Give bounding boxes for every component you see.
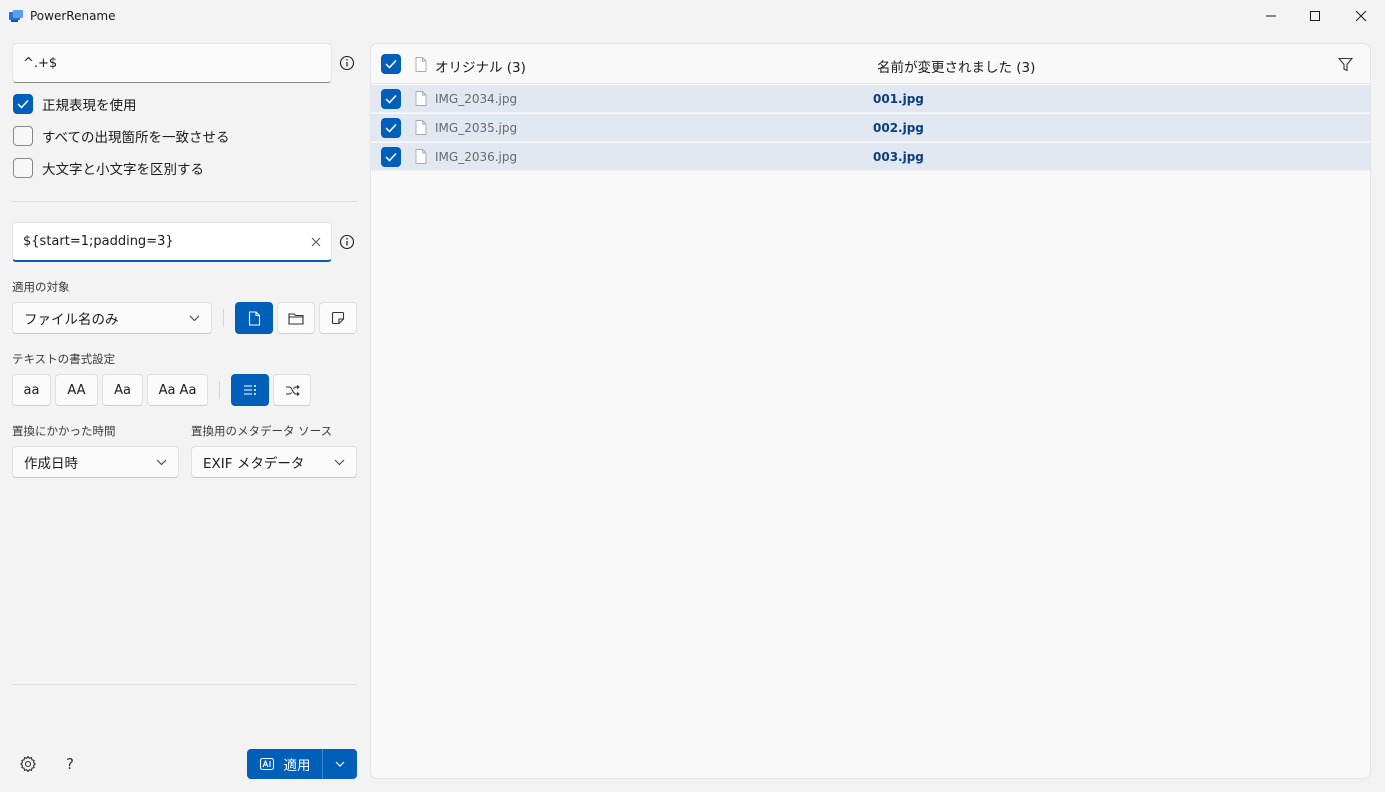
apply-to-label: 適用の対象 [12,280,70,294]
text-format-label: テキストの書式設定 [12,352,116,366]
case-sensitive-checkbox[interactable] [13,158,33,178]
time-used-dropdown[interactable]: 作成日時 [12,446,179,478]
lowercase-label: aa [23,382,40,398]
table-row[interactable]: IMG_2034.jpg 001.jpg [371,85,1370,113]
match-all-option[interactable]: すべての出現箇所を一致させる [13,125,230,147]
table-row[interactable]: IMG_2036.jpg 003.jpg [371,143,1370,171]
metadata-source-label: 置換用のメタデータ ソース [191,424,333,438]
chevron-down-icon [334,459,345,465]
use-regex-checkbox[interactable] [13,94,33,114]
minimize-button[interactable] [1248,0,1294,32]
capitalize-words-button[interactable]: Aa Aa [147,374,208,406]
capitalize-words-label: Aa Aa [158,382,197,398]
case-sensitive-label: 大文字と小文字を区別する [42,162,204,178]
checkmark-icon [385,59,397,69]
apply-to-value: ファイル名のみ [24,312,119,328]
renamed-filename: 001.jpg [873,92,924,106]
maximize-button[interactable] [1292,0,1338,32]
checkmark-icon [385,94,397,104]
file-list-panel: オリジナル (3) 名前が変更されました (3) IMG_2034.jpg 00… [370,43,1371,779]
file-icon [415,57,427,72]
renamed-column-header[interactable]: 名前が変更されました (3) [877,56,1035,76]
table-row[interactable]: IMG_2035.jpg 002.jpg [371,114,1370,142]
apply-label: 適用 [283,758,311,774]
use-regex-label: 正規表現を使用 [42,98,137,114]
file-icon [248,310,260,326]
search-input[interactable]: ^.+$ [12,43,332,83]
close-icon [1355,10,1367,22]
clear-icon[interactable] [311,237,321,247]
replace-info-icon[interactable] [339,234,355,250]
checkmark-icon [385,123,397,133]
enumerate-toggle[interactable] [231,374,269,406]
row-checkbox[interactable] [381,118,401,138]
uppercase-label: AA [67,382,86,398]
powerrename-app-icon [9,10,23,22]
select-all-checkbox[interactable] [381,54,401,74]
include-files-toggle[interactable] [235,302,273,334]
separator [223,309,224,327]
separator [219,381,220,399]
checkmark-icon [385,152,397,162]
original-column-header[interactable]: オリジナル (3) [435,56,526,76]
rename-icon [259,757,274,771]
filter-icon[interactable] [1338,57,1353,72]
use-regex-option[interactable]: 正規表現を使用 [13,93,137,115]
maximize-icon [1310,11,1320,21]
search-input-value: ^.+$ [23,55,58,71]
title-bar: PowerRename [0,0,1385,32]
subfolder-icon [331,311,345,325]
replace-input[interactable]: ${start=1;padding=3} [12,222,332,262]
search-info-icon[interactable] [339,55,355,71]
include-folders-toggle[interactable] [277,302,315,334]
chevron-down-icon [156,459,167,465]
numbered-list-icon [244,385,256,395]
row-checkbox[interactable] [381,147,401,167]
file-icon [415,91,427,106]
original-filename: IMG_2034.jpg [435,92,518,106]
chevron-down-icon [189,315,200,321]
case-sensitive-option[interactable]: 大文字と小文字を区別する [13,157,204,179]
options-panel: ^.+$ 正規表現を使用 すべての出現箇所を一致させる 大文字と小文字を区別する… [0,32,369,792]
titlecase-label: Aa [114,382,131,398]
time-used-value: 作成日時 [24,456,78,472]
file-icon [415,149,427,164]
uppercase-button[interactable]: AA [55,374,98,406]
renamed-filename: 002.jpg [873,121,924,135]
window-title: PowerRename [30,9,116,23]
match-all-label: すべての出現箇所を一致させる [42,130,230,146]
original-filename: IMG_2035.jpg [435,121,518,135]
folder-icon [288,312,304,325]
apply-to-dropdown[interactable]: ファイル名のみ [12,302,212,334]
divider [12,684,357,685]
shuffle-icon [285,384,300,396]
time-used-label: 置換にかかった時間 [12,424,116,438]
titlecase-button[interactable]: Aa [102,374,143,406]
metadata-source-dropdown[interactable]: EXIF メタデータ [191,446,357,478]
renamed-filename: 003.jpg [873,150,924,164]
replace-input-value: ${start=1;padding=3} [23,234,174,249]
help-icon[interactable]: ? [66,755,74,773]
close-button[interactable] [1338,0,1384,32]
minimize-icon [1266,15,1276,17]
original-filename: IMG_2036.jpg [435,150,518,164]
checkmark-icon [17,99,29,109]
match-all-checkbox[interactable] [13,126,33,146]
row-checkbox[interactable] [381,89,401,109]
apply-options-button[interactable] [323,749,357,779]
divider [12,201,357,202]
file-icon [415,120,427,135]
settings-gear-icon[interactable] [19,755,37,773]
metadata-source-value: EXIF メタデータ [203,456,305,472]
list-header: オリジナル (3) 名前が変更されました (3) [371,44,1370,84]
randomize-toggle[interactable] [273,374,311,406]
include-subfolders-toggle[interactable] [319,302,357,334]
apply-split-button: 適用 [247,749,357,779]
lowercase-button[interactable]: aa [12,374,51,406]
apply-button[interactable]: 適用 [247,749,322,779]
chevron-down-icon [335,761,345,767]
